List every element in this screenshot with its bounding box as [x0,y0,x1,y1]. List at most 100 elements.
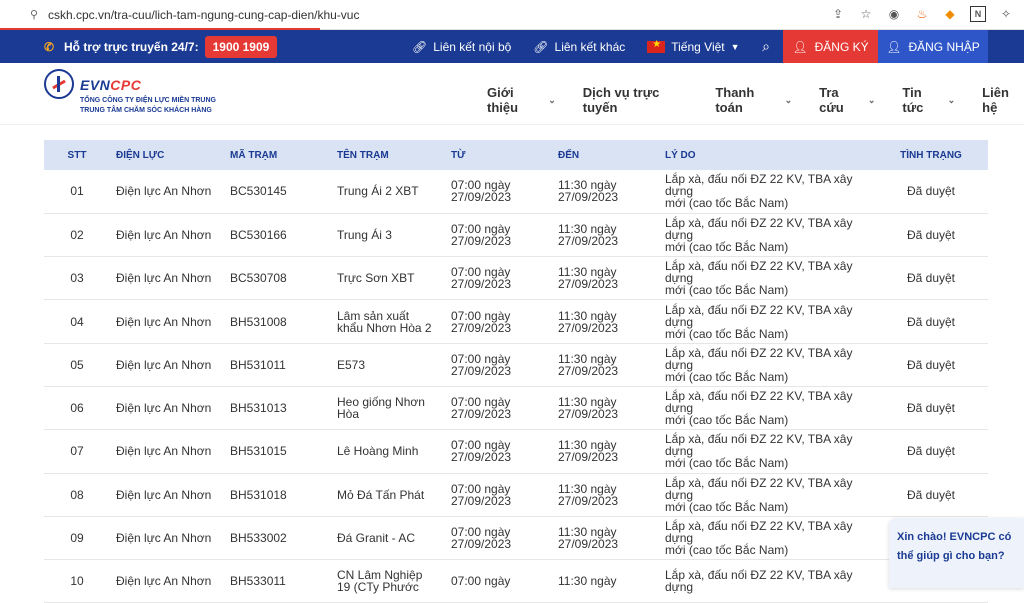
outage-schedule-table: STT ĐIỆN LỰC MÃ TRẠM TÊN TRẠM TỪ ĐẾN LÝ … [44,140,988,603]
extension-fox-icon[interactable]: ◆ [942,6,958,22]
site-header: EVNCPC TỔNG CÔNG TY ĐIỆN LỰC MIỀN TRUNG … [0,63,1024,125]
table-row: 01 Điện lực An Nhơn BC530145 Trung Ái 2 XBT… [44,170,988,214]
extensions-puzzle-icon[interactable]: ✧ [998,6,1014,22]
search-icon[interactable]: ⌕ [756,30,776,63]
table-row: 10 Điện lực An Nhơn BH533011 CN Lâm Nghiệp 1… [44,559,988,603]
column-header-dien-luc: ĐIỆN LỰC [110,140,224,170]
cell-ma-tram: BC530708 [224,256,331,301]
cell-ma-tram: BH531015 [224,429,331,474]
url-text[interactable]: cskh.cpc.vn/tra-cuu/lich-tam-ngung-cung-… [48,8,359,22]
user-icon: 👤︎ [886,39,902,54]
vietnam-flag-icon [647,39,666,53]
cell-den: 11:30 ngày 27/09/2023 [552,386,659,431]
brand-name: EVNCPC [80,77,142,93]
external-link[interactable]: 🔗︎ Liên kết khác [533,40,625,54]
cell-ly-do: Lắp xà, đấu nối ĐZ 22 KV, TBA xây dựng mớ… [659,256,874,301]
chat-greeting-bubble[interactable]: Xin chào! EVNCPC có thể giúp gì cho bạn? [889,518,1024,588]
table-row: 07 Điện lực An Nhơn BH531015 Lê Hoàng Minh 0… [44,429,988,474]
table-row: 04 Điện lực An Nhơn BH531008 Lâm sản xuất kh… [44,299,988,344]
register-button[interactable]: 👤︎ ĐĂNG KÝ [783,30,878,63]
cell-ma-tram: BH533011 [224,559,331,603]
external-link-label: Liên kết khác [554,39,626,54]
cell-ly-do: Lắp xà, đấu nối ĐZ 22 KV, TBA xây dựng mớ… [659,213,874,258]
cell-dien-luc: Điện lực An Nhơn [110,343,224,387]
brand-subtitle: TỔNG CÔNG TY ĐIỆN LỰC MIỀN TRUNG TRUNG T… [80,97,216,114]
cell-tu: 07:00 ngày 27/09/2023 [445,473,552,517]
cell-dien-luc: Điện lực An Nhơn [110,386,224,431]
cell-ten-tram: CN Lâm Nghiệp 19 (CTy Phước [331,559,445,603]
share-icon[interactable]: ⇪ [830,6,846,22]
cell-den: 11:30 ngày 27/09/2023 [552,299,659,344]
logo[interactable]: EVNCPC TỔNG CÔNG TY ĐIỆN LỰC MIỀN TRUNG … [44,69,216,116]
cell-ten-tram: Lâm sản xuất khẩu Nhơn Hòa 2 [331,299,445,344]
link-icon: 🔗︎ [412,39,428,54]
cell-ly-do: Lắp xà, đấu nối ĐZ 22 KV, TBA xây dựng mớ… [659,343,874,387]
cell-stt: 01 [44,170,110,214]
cell-ten-tram: Lê Hoàng Minh [331,429,445,474]
chevron-down-icon: ⌄ [548,94,556,105]
column-header-tinh-trang: TÌNH TRẠNG [874,140,988,170]
internal-link[interactable]: 🔗︎ Liên kết nội bộ [412,40,511,54]
cell-ma-tram: BH531011 [224,343,331,387]
table-row: 02 Điện lực An Nhơn BC530166 Trung Ái 3 07:0… [44,213,988,258]
column-header-stt: STT [44,140,110,170]
language-selector[interactable]: Tiếng Việt ▼ [647,39,740,54]
bookmark-star-icon[interactable]: ☆ [858,6,874,22]
logo-text: EVNCPC TỔNG CÔNG TY ĐIỆN LỰC MIỀN TRUNG … [80,69,216,116]
cell-tinh-trang: Đã duyệt [874,213,988,258]
cell-ma-tram: BH531013 [224,386,331,431]
nav-item-lien-he[interactable]: Liên hệ [982,85,1024,115]
cell-tinh-trang: Đã duyệt [874,343,988,387]
hotline-number[interactable]: 1900 1909 [204,35,278,58]
cell-den: 11:30 ngày 27/09/2023 [552,256,659,301]
phone-icon: ✆ [44,39,55,54]
cell-stt: 08 [44,473,110,517]
cell-stt: 05 [44,343,110,387]
extension-notion-icon[interactable]: N [970,6,986,22]
cell-den: 11:30 ngày 27/09/2023 [552,429,659,474]
cell-den: 11:30 ngày 27/09/2023 [552,516,659,561]
nav-item-tra-cuu[interactable]: Tra cứu ⌄ [819,85,875,115]
cell-stt: 04 [44,299,110,344]
cell-tinh-trang: Đã duyệt [874,299,988,344]
cell-ten-tram: Heo giống Nhơn Hòa [331,386,445,431]
extension-fire-icon[interactable]: ♨ [914,6,930,22]
chevron-down-icon: ▼ [730,41,740,52]
cell-den: 11:30 ngày 27/09/2023 [552,170,659,214]
login-button[interactable]: 👤︎ ĐĂNG NHẬP [878,30,988,63]
cell-dien-luc: Điện lực An Nhơn [110,299,224,344]
cell-tu: 07:00 ngày 27/09/2023 [445,343,552,387]
cell-tinh-trang: Đã duyệt [874,386,988,431]
cell-tinh-trang: Đã duyệt [874,473,988,517]
cell-ten-tram: Trung Ái 3 [331,213,445,258]
site-info-icon[interactable]: ⚲ [30,8,44,21]
cell-tu: 07:00 ngày 27/09/2023 [445,516,552,561]
register-label: ĐĂNG KÝ [814,39,869,54]
cell-tu: 07:00 ngày 27/09/2023 [445,213,552,258]
cell-dien-luc: Điện lực An Nhơn [110,170,224,214]
browser-toolbar-icons: ⇪ ☆ ◉ ♨ ◆ N ✧ [830,6,1014,22]
extension-mask-icon[interactable]: ◉ [886,6,902,22]
cell-tu: 07:00 ngày 27/09/2023 [445,386,552,431]
table-row: 06 Điện lực An Nhơn BH531013 Heo giống Nhơn… [44,386,988,431]
chevron-down-icon: ⌄ [784,94,793,105]
cell-dien-luc: Điện lực An Nhơn [110,516,224,561]
cell-stt: 03 [44,256,110,301]
cell-den: 11:30 ngày 27/09/2023 [552,213,659,258]
column-header-ten-tram: TÊN TRẠM [331,140,445,170]
cell-ly-do: Lắp xà, đấu nối ĐZ 22 KV, TBA xây dựng mớ… [659,516,874,561]
cell-ten-tram: E573 [331,343,445,387]
nav-item-gioi-thieu[interactable]: Giới thiệu ⌄ [487,85,556,115]
cell-dien-luc: Điện lực An Nhơn [110,429,224,474]
column-header-tu: TỪ [445,140,552,170]
nav-item-tin-tuc[interactable]: Tin tức ⌄ [902,85,955,115]
column-header-ly-do: LÝ DO [659,140,874,170]
cell-den: 11:30 ngày 27/09/2023 [552,343,659,387]
hotline: ✆ Hỗ trợ trực truyến 24/7: 1900 1909 [44,30,278,63]
cell-stt: 07 [44,429,110,474]
cell-ly-do: Lắp xà, đấu nối ĐZ 22 KV, TBA xây dựng [659,559,874,603]
cell-tu: 07:00 ngày 27/09/2023 [445,299,552,344]
nav-item-dich-vu[interactable]: Dịch vụ trực tuyến [583,85,689,115]
nav-item-thanh-toan[interactable]: Thanh toán ⌄ [715,85,792,115]
cell-ly-do: Lắp xà, đấu nối ĐZ 22 KV, TBA xây dựng mớ… [659,429,874,474]
